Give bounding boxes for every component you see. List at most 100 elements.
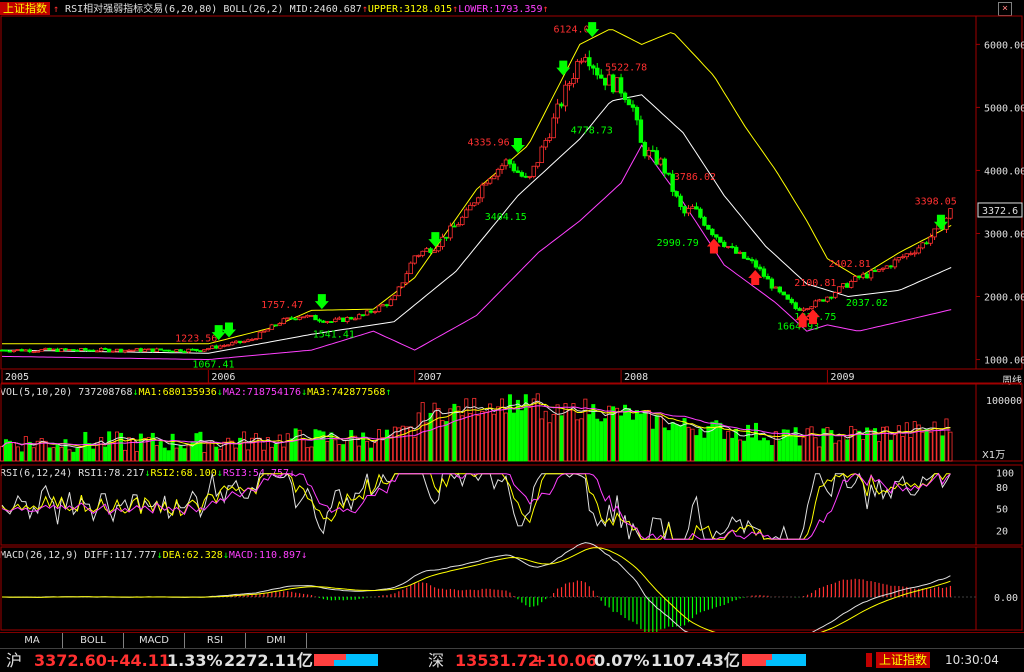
price-annotation: 2402.81 bbox=[829, 259, 871, 270]
vol-bar bbox=[79, 446, 84, 462]
vol-bar bbox=[730, 437, 735, 462]
candle-body bbox=[345, 317, 350, 322]
candle-body bbox=[102, 347, 108, 350]
vol-bar bbox=[686, 426, 691, 462]
candle-body bbox=[142, 349, 148, 352]
vol-bar bbox=[15, 446, 20, 462]
candle-body bbox=[257, 331, 263, 340]
candle-body bbox=[0, 349, 5, 352]
candle-body bbox=[436, 246, 441, 252]
tab-dmi[interactable]: DMI bbox=[246, 633, 307, 648]
candle-body bbox=[432, 250, 437, 254]
candle-body bbox=[853, 276, 858, 282]
vol-bar bbox=[615, 407, 620, 462]
candle-body bbox=[43, 347, 48, 350]
candle-body bbox=[71, 349, 76, 351]
current-price-tag: 3372.6 bbox=[982, 206, 1018, 217]
candle-body bbox=[662, 158, 667, 174]
candle-body bbox=[420, 250, 425, 256]
vol-bar bbox=[277, 434, 282, 462]
stock-chart[interactable]: 2005 2006 2007 2008 2009 1000.002000.003000.… bbox=[0, 0, 1024, 632]
candle-body bbox=[182, 351, 187, 353]
candle-body bbox=[904, 253, 909, 258]
candle-body bbox=[833, 292, 838, 298]
vol-bar bbox=[627, 408, 632, 462]
vol-bar bbox=[559, 415, 564, 462]
candle-body bbox=[583, 57, 588, 62]
candle-body bbox=[440, 236, 445, 247]
vol-bar bbox=[285, 433, 290, 462]
candle-body bbox=[55, 348, 60, 353]
candle-body bbox=[325, 321, 330, 323]
vol-bar bbox=[198, 431, 203, 462]
vol-bar bbox=[543, 410, 548, 462]
vol-unit: X1万 bbox=[982, 450, 1005, 461]
candle-body bbox=[31, 351, 36, 353]
vol-bar bbox=[757, 440, 762, 462]
tab-boll[interactable]: BOLL bbox=[63, 633, 124, 648]
vol-bar bbox=[801, 437, 806, 462]
candle-body bbox=[261, 330, 267, 333]
vol-bar bbox=[694, 435, 699, 462]
candle-body bbox=[190, 348, 195, 351]
candle-body bbox=[924, 242, 929, 245]
candle-body bbox=[388, 299, 394, 306]
vol-bar bbox=[511, 412, 516, 462]
y-tick-label: 2000.00 bbox=[984, 293, 1024, 304]
tab-rsi[interactable]: RSI bbox=[185, 633, 246, 648]
x-tick-label: 2005 bbox=[5, 372, 29, 383]
vol-bar bbox=[765, 440, 770, 462]
vol-bar bbox=[63, 439, 68, 462]
tab-macd[interactable]: MACD bbox=[124, 633, 185, 648]
candle-body bbox=[114, 348, 120, 352]
candle-body bbox=[206, 348, 211, 351]
candle-body bbox=[761, 268, 767, 277]
candle-body bbox=[781, 291, 786, 296]
candle-body bbox=[821, 299, 826, 302]
candle-body bbox=[809, 306, 814, 310]
price-annotation: 1067.41 bbox=[192, 359, 234, 370]
price-annotation: 2037.02 bbox=[846, 298, 888, 309]
vol-bar bbox=[948, 431, 953, 462]
candle-body bbox=[313, 315, 318, 321]
clock-time: 10:30:04 bbox=[945, 653, 999, 667]
vol-bar bbox=[380, 437, 385, 462]
vol-bar bbox=[130, 438, 135, 462]
candle-body bbox=[321, 320, 326, 323]
vol-bar bbox=[206, 443, 211, 462]
tab-ma[interactable]: MA bbox=[2, 633, 63, 648]
vol-bar bbox=[920, 431, 925, 462]
vol-bar bbox=[273, 444, 278, 462]
macd-y-tick: 0.00 bbox=[994, 593, 1018, 604]
candle-body bbox=[515, 170, 521, 173]
candle-body bbox=[900, 256, 906, 259]
candle-body bbox=[27, 349, 32, 353]
vol-bar bbox=[777, 440, 782, 462]
vol-bar bbox=[936, 428, 941, 462]
price-annotation: 4778.73 bbox=[571, 125, 613, 136]
vol-bar bbox=[813, 437, 818, 462]
panel-frame bbox=[0, 15, 1023, 370]
y-tick-label: 5000.00 bbox=[984, 103, 1024, 114]
candle-body bbox=[476, 197, 481, 204]
candle-body bbox=[39, 349, 44, 352]
vol-bar bbox=[460, 415, 465, 462]
status-index-name[interactable]: 上证指数 bbox=[876, 652, 931, 668]
vol-bar bbox=[384, 429, 389, 462]
candle-body bbox=[277, 323, 282, 326]
candle-body bbox=[233, 340, 239, 344]
vol-bar bbox=[587, 414, 592, 462]
vol-bar bbox=[325, 440, 330, 462]
vol-bar bbox=[138, 433, 143, 462]
vol-bar bbox=[877, 441, 882, 462]
candle-body bbox=[622, 92, 628, 101]
candle-body bbox=[166, 349, 171, 352]
vol-bar bbox=[638, 413, 643, 462]
candle-body bbox=[642, 142, 648, 157]
candle-body bbox=[416, 254, 421, 257]
price-annotation: 1757.47 bbox=[261, 300, 303, 311]
alarm-icon[interactable] bbox=[866, 653, 872, 667]
vol-bar bbox=[0, 446, 4, 462]
candle-body bbox=[162, 349, 167, 352]
vol-bar bbox=[619, 415, 624, 462]
